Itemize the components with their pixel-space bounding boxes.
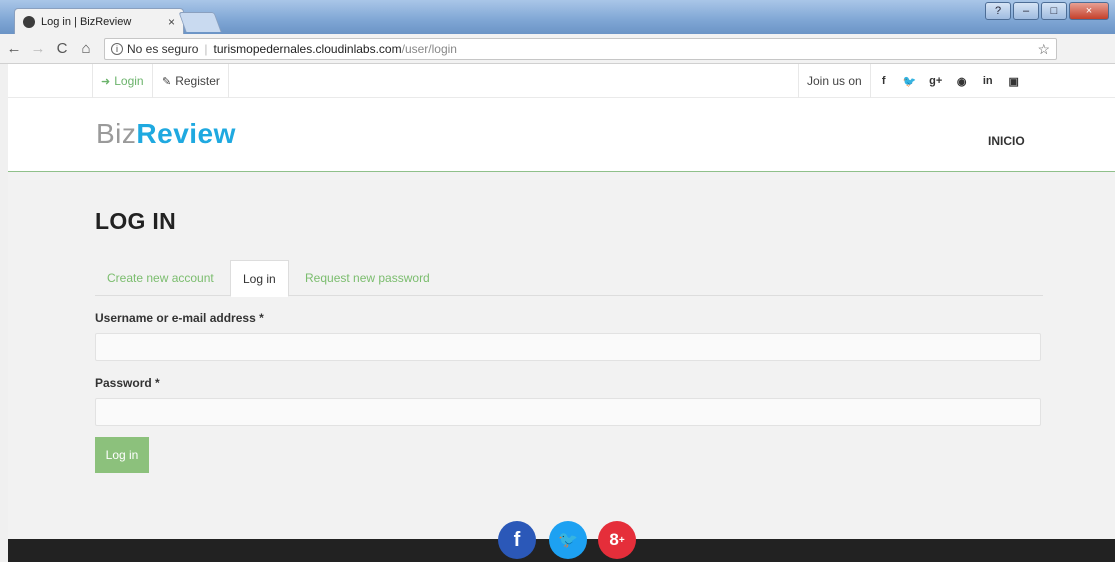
- pinterest-icon[interactable]: ◉: [949, 64, 975, 98]
- google-plus-icon[interactable]: g+: [923, 64, 949, 98]
- bookmark-star-icon[interactable]: ☆: [1037, 41, 1050, 58]
- footer-google-plus-icon[interactable]: 8 +: [598, 521, 636, 559]
- login-link[interactable]: ➜ Login: [92, 64, 153, 98]
- security-status: No es seguro: [127, 42, 199, 56]
- footer-facebook-icon[interactable]: f: [498, 521, 536, 559]
- logo-part-biz: Biz: [96, 118, 137, 149]
- new-tab-button[interactable]: [178, 12, 222, 32]
- browser-toolbar: ← → C ⌂ i No es seguro | turismopedernal…: [0, 34, 1115, 90]
- url-host: turismopedernales.cloudinlabs.com: [213, 42, 402, 56]
- address-bar[interactable]: i No es seguro | turismopedernales.cloud…: [104, 38, 1057, 60]
- login-submit-button[interactable]: Log in: [95, 437, 149, 473]
- site-header: BizReview INICIO: [8, 98, 1115, 172]
- logo-part-review: Review: [136, 118, 236, 149]
- username-input[interactable]: [95, 333, 1041, 361]
- window-maximize-button[interactable]: □: [1041, 2, 1067, 20]
- social-links: Join us on f 🐦 g+ ◉ in ▣: [798, 64, 1027, 98]
- site-favicon-icon: [23, 15, 35, 28]
- browser-titlebar: Log in | BizReview × ? – □ ×: [0, 0, 1115, 34]
- register-link-label: Register: [175, 74, 220, 88]
- nav-inicio[interactable]: INICIO: [988, 134, 1025, 148]
- close-icon: ×: [1085, 5, 1093, 17]
- facebook-icon[interactable]: f: [871, 64, 897, 98]
- url-path: /user/login: [401, 42, 457, 56]
- top-utility-bar: ➜ Login ✎ Register Join us on f 🐦 g+ ◉ i…: [8, 64, 1115, 98]
- tab-title: Log in | BizReview: [41, 15, 132, 28]
- reload-button[interactable]: C: [52, 40, 72, 57]
- tab-request-password[interactable]: Request new password: [293, 260, 442, 296]
- home-button[interactable]: ⌂: [76, 40, 96, 57]
- forward-button[interactable]: →: [28, 40, 48, 57]
- join-us-label: Join us on: [799, 64, 871, 98]
- youtube-icon[interactable]: ▣: [1001, 64, 1027, 98]
- tab-create-account[interactable]: Create new account: [95, 260, 226, 296]
- window-close-button[interactable]: ×: [1069, 2, 1109, 20]
- linkedin-icon[interactable]: in: [975, 64, 1001, 98]
- browser-tab[interactable]: Log in | BizReview ×: [14, 8, 184, 34]
- page-title: LOG IN: [95, 208, 177, 234]
- twitter-icon[interactable]: 🐦: [897, 64, 923, 98]
- window-controls: ? – □ ×: [985, 2, 1109, 20]
- info-icon[interactable]: i: [111, 43, 123, 55]
- login-link-label: Login: [114, 74, 144, 88]
- sign-in-icon: ➜: [101, 75, 111, 88]
- window-help-button[interactable]: ?: [985, 2, 1011, 20]
- url-separator: |: [204, 42, 208, 56]
- username-label: Username or e-mail address *: [95, 311, 264, 325]
- site-logo[interactable]: BizReview: [96, 118, 236, 150]
- window-minimize-button[interactable]: –: [1013, 2, 1039, 20]
- account-tabs: Create new account Log in Request new pa…: [95, 260, 1043, 297]
- pencil-icon: ✎: [162, 75, 172, 88]
- password-label: Password *: [95, 376, 160, 390]
- footer-twitter-icon[interactable]: 🐦: [549, 521, 587, 559]
- back-button[interactable]: ←: [4, 40, 24, 57]
- register-link[interactable]: ✎ Register: [154, 64, 229, 98]
- password-input[interactable]: [95, 398, 1041, 426]
- tab-log-in[interactable]: Log in: [230, 260, 289, 297]
- tab-close-icon[interactable]: ×: [168, 15, 175, 29]
- page: ➜ Login ✎ Register Join us on f 🐦 g+ ◉ i…: [8, 64, 1115, 562]
